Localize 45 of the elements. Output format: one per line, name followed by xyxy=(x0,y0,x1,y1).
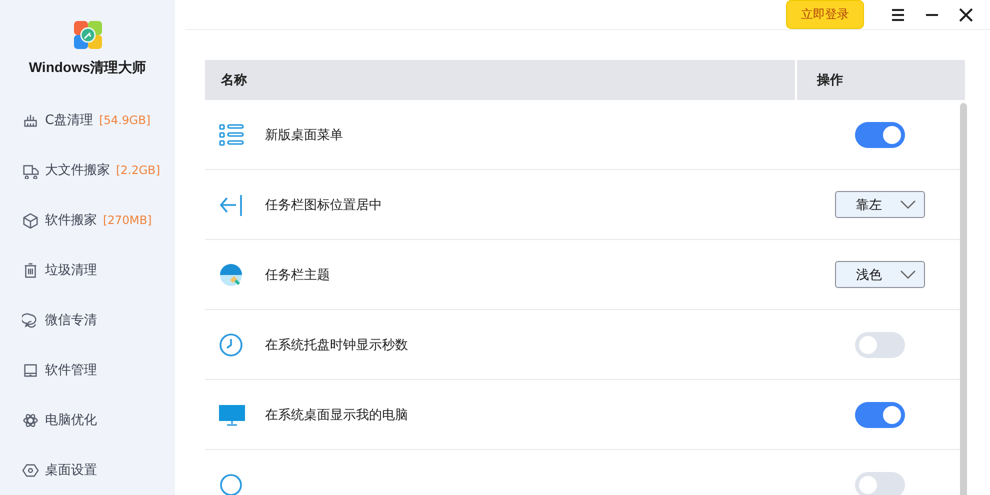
hex-icon xyxy=(22,462,39,478)
dropdown[interactable]: 浅色 xyxy=(835,261,925,288)
chevron-down-icon xyxy=(900,270,916,279)
box-icon xyxy=(22,212,39,228)
toggle-switch[interactable] xyxy=(855,472,905,495)
sidebar-item-label: 软件搬家 xyxy=(45,212,97,229)
sidebar-item-label: 垃圾清理 xyxy=(45,262,97,279)
setting-label: 任务栏图标位置居中 xyxy=(265,198,382,212)
sidebar-item-label: 大文件搬家 xyxy=(45,162,110,179)
sidebar-item-label: 软件管理 xyxy=(45,362,97,379)
sidebar-item-label: 电脑优化 xyxy=(45,412,97,429)
trash-icon xyxy=(22,262,39,278)
menu-icon[interactable] xyxy=(890,6,906,22)
sidebar-item[interactable]: 桌面设置 xyxy=(0,445,175,495)
toggle-switch[interactable] xyxy=(855,332,905,358)
toggle-switch[interactable] xyxy=(855,122,905,148)
login-button[interactable]: 立即登录 xyxy=(786,0,864,29)
size-label: [270MB] xyxy=(103,213,152,227)
sidebar-item[interactable]: C盘清理 [54.9GB] xyxy=(0,95,175,145)
size-label: [2.2GB] xyxy=(116,163,160,177)
sidebar-item[interactable]: 电脑优化 xyxy=(0,395,175,445)
sidebar-item-label: 桌面设置 xyxy=(45,462,97,479)
dropdown[interactable]: 靠左 xyxy=(835,191,925,218)
scrollbar[interactable] xyxy=(960,103,967,495)
column-header: 操作 xyxy=(817,72,843,89)
sidebar-item-label: 微信专清 xyxy=(45,312,97,329)
close-icon[interactable] xyxy=(958,6,974,22)
list-icon xyxy=(218,122,246,148)
setting-label: 新版桌面菜单 xyxy=(265,128,343,142)
laptop-icon xyxy=(22,362,39,378)
setting-label: 在系统桌面显示我的电脑 xyxy=(265,408,408,422)
sidebar-item[interactable]: 软件搬家 [270MB] xyxy=(0,195,175,245)
sidebar-item-label: C盘清理 xyxy=(45,112,94,129)
chevron-down-icon xyxy=(900,200,916,209)
atom-icon xyxy=(22,412,39,428)
sidebar-item[interactable]: 微信专清 xyxy=(0,295,175,345)
sidebar-item[interactable]: 垃圾清理 xyxy=(0,245,175,295)
app-title: Windows清理大师 xyxy=(28,59,148,77)
toggle-switch[interactable] xyxy=(855,402,905,428)
setting-label: 任务栏主题 xyxy=(265,268,330,282)
sidebar-item[interactable]: 软件管理 xyxy=(0,345,175,395)
column-header: 名称 xyxy=(221,72,247,89)
sidebar-item[interactable]: 大文件搬家 [2.2GB] xyxy=(0,145,175,195)
setting-label: 在系统托盘时钟显示秒数 xyxy=(265,338,408,352)
size-label: [54.9GB] xyxy=(99,113,150,127)
